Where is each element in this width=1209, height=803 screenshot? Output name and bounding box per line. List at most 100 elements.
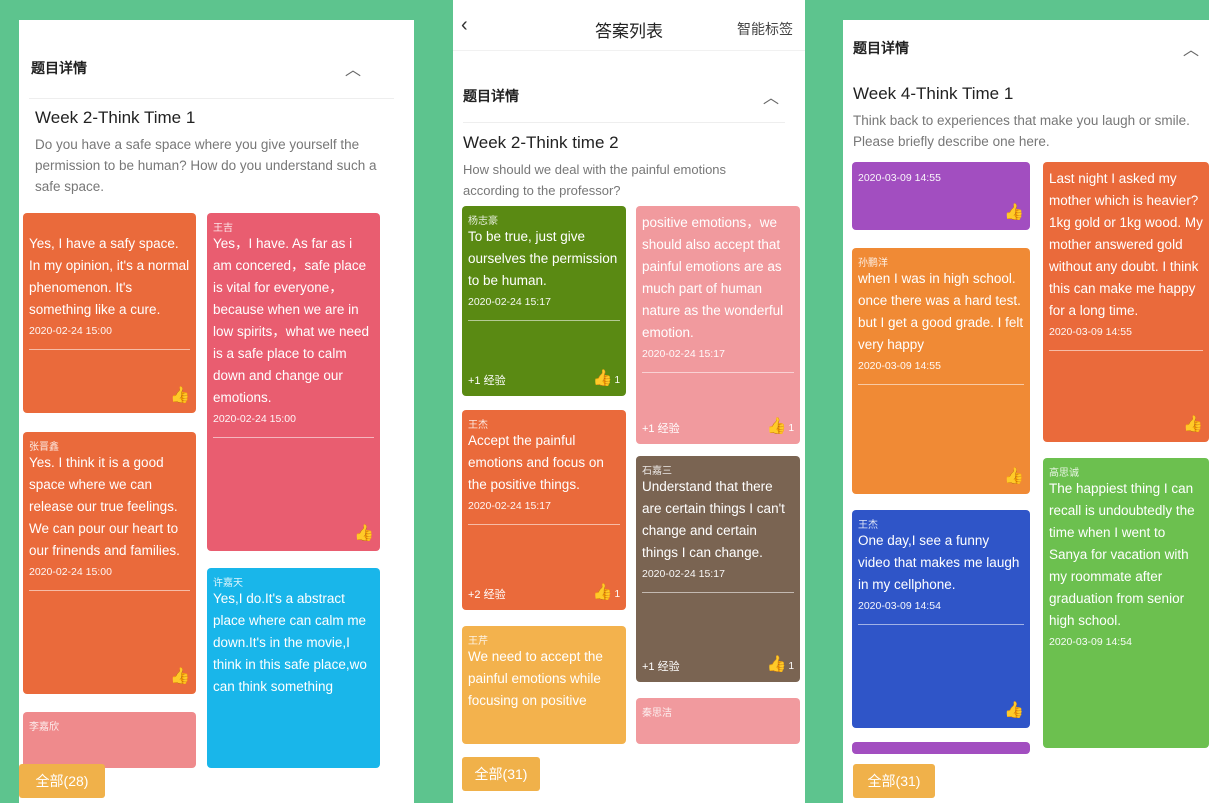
author-name: 高思诚 <box>1049 468 1079 479</box>
answer-date: 2020-03-09 14:55 <box>858 172 941 184</box>
question-header-title: 题目详情 <box>31 60 87 76</box>
experience-points: +1 经验 <box>642 661 680 673</box>
author-name: 王杰 <box>468 420 488 431</box>
chevron-up-icon[interactable]: ︿ <box>763 84 779 108</box>
thumbs-up-icon[interactable]: 👍 1 <box>767 416 794 436</box>
author-name: 石嘉三 <box>642 466 672 477</box>
card-divider <box>213 437 374 438</box>
answer-card[interactable] <box>852 742 1030 754</box>
thumbs-up-icon[interactable]: 👍 <box>1183 414 1203 434</box>
answer-card[interactable]: 张晋鑫 Yes. I think it is a good space wher… <box>23 432 196 694</box>
answer-card[interactable]: 许嘉天 Yes,I do.It's a abstract place where… <box>207 568 380 768</box>
answer-card[interactable]: 孙鹏洋 when I was in high school. once ther… <box>852 248 1030 494</box>
top-nav-bar: ‹ 答案列表 智能标签 <box>453 0 805 51</box>
answer-text: when I was in high school. once there wa… <box>858 271 1024 352</box>
question-header-title: 题目详情 <box>463 88 519 104</box>
all-answers-button[interactable]: 全部(31) <box>853 764 935 798</box>
like-count: 1 <box>788 423 794 434</box>
author-name: 杨志豪 <box>468 216 498 227</box>
thumbs-up-icon[interactable]: 👍 <box>170 385 190 405</box>
card-divider <box>29 590 190 591</box>
card-divider <box>468 320 620 321</box>
card-divider <box>858 624 1024 625</box>
like-count: 1 <box>788 661 794 672</box>
author-name: 王芹 <box>468 636 488 647</box>
thumbs-up-icon[interactable]: 👍 <box>1004 700 1024 720</box>
thumbs-up-icon[interactable]: 👍 <box>354 523 374 543</box>
question-title: Week 4-Think Time 1 <box>853 84 1014 103</box>
question-header[interactable]: 题目详情 ︿ <box>843 20 1209 84</box>
card-divider <box>642 372 794 373</box>
author-name: 许嘉天 <box>213 578 243 589</box>
thumbs-up-icon[interactable]: 👍 <box>1004 466 1024 486</box>
answer-card[interactable]: 杨志豪 To be true, just give ourselves the … <box>462 206 626 396</box>
all-answers-button[interactable]: 全部(31) <box>462 757 540 791</box>
answer-panel-3: 题目详情 ︿ Week 4-Think Time 1 Think back to… <box>843 20 1209 803</box>
answer-text: Understand that there are certain things… <box>642 479 785 560</box>
answer-date: 2020-03-09 14:55 <box>858 360 941 372</box>
card-divider <box>468 524 620 525</box>
author-name: 王吉 <box>213 223 233 234</box>
answer-date: 2020-02-24 15:00 <box>213 413 296 425</box>
answer-text: Last night I asked my mother which is he… <box>1049 171 1203 318</box>
author-name: 李嘉欣 <box>29 722 59 733</box>
thumbs-up-icon[interactable]: 👍 1 <box>593 582 620 602</box>
answer-text: One day,I see a funny video that makes m… <box>858 533 1020 592</box>
answer-card[interactable]: Last night I asked my mother which is he… <box>1043 162 1209 442</box>
all-answers-button[interactable]: 全部(28) <box>19 764 105 798</box>
answer-card[interactable]: 王吉 Yes，I have. As far as i am concered，s… <box>207 213 380 551</box>
thumbs-up-icon[interactable]: 👍 1 <box>593 368 620 388</box>
answer-text: Yes. I think it is a good space where we… <box>29 455 180 558</box>
answer-text: positive emotions，we should also accept … <box>642 215 784 340</box>
thumbs-up-icon[interactable]: 👍 <box>170 666 190 686</box>
answer-date: 2020-02-24 15:00 <box>29 325 112 337</box>
answer-date: 2020-03-09 14:54 <box>1049 636 1132 648</box>
chevron-up-icon[interactable]: ︿ <box>345 56 361 80</box>
answer-date: 2020-02-24 15:17 <box>468 500 551 512</box>
answer-card[interactable]: 王杰 Accept the painful emotions and focus… <box>462 410 626 610</box>
card-divider <box>642 592 794 593</box>
thumbs-up-icon[interactable]: 👍 <box>1004 202 1024 222</box>
smart-tag-button[interactable]: 智能标签 <box>737 19 793 39</box>
answer-card[interactable]: 石嘉三 Understand that there are certain th… <box>636 456 800 682</box>
question-header[interactable]: 题目详情 ︿ <box>19 20 414 100</box>
answer-card[interactable]: positive emotions，we should also accept … <box>636 206 800 444</box>
answer-text: Yes，I have. As far as i am concered，safe… <box>213 236 370 405</box>
divider <box>463 122 785 123</box>
author-name <box>29 219 190 233</box>
answer-card[interactable]: 秦思洁 <box>636 698 800 744</box>
answer-text: Yes, I have a safy space. In my opinion,… <box>29 236 190 317</box>
answer-card[interactable]: 王杰 One day,I see a funny video that make… <box>852 510 1030 728</box>
answer-text: Accept the painful emotions and focus on… <box>468 433 604 492</box>
experience-points: +1 经验 <box>642 423 680 435</box>
question-title: Week 2-Think time 2 <box>463 133 619 152</box>
author-name: 王杰 <box>858 520 878 531</box>
like-count: 1 <box>614 589 620 600</box>
question-description: Do you have a safe space where you give … <box>35 137 377 194</box>
answer-date: 2020-02-24 15:17 <box>642 348 725 360</box>
answer-card[interactable]: Yes, I have a safy space. In my opinion,… <box>23 213 196 413</box>
answer-date: 2020-02-24 15:17 <box>642 568 725 580</box>
author-name: 张晋鑫 <box>29 442 59 453</box>
like-count: 1 <box>614 375 620 386</box>
answer-text: We need to accept the painful emotions w… <box>468 649 603 708</box>
answer-date: 2020-02-24 15:00 <box>29 566 112 578</box>
author-name: 秦思洁 <box>642 708 672 719</box>
divider <box>29 98 394 99</box>
thumbs-up-icon[interactable]: 👍 1 <box>767 654 794 674</box>
chevron-up-icon[interactable]: ︿ <box>1183 36 1199 60</box>
question-description: Think back to experiences that make you … <box>853 113 1190 149</box>
answer-date: 2020-03-09 14:55 <box>1049 326 1132 338</box>
answer-card[interactable]: 高思诚 The happiest thing I can recall is u… <box>1043 458 1209 748</box>
question-header[interactable]: 题目详情 ︿ <box>453 52 805 124</box>
answer-panel-1: 题目详情 ︿ Week 2-Think Time 1 Do you have a… <box>19 20 414 803</box>
answer-date: 2020-03-09 14:54 <box>858 600 941 612</box>
answer-card[interactable]: 李嘉欣 <box>23 712 196 768</box>
answer-card[interactable]: 王芹 We need to accept the painful emotion… <box>462 626 626 744</box>
author-name: 孙鹏洋 <box>858 258 888 269</box>
answer-date: 2020-02-24 15:17 <box>468 296 551 308</box>
card-divider <box>858 384 1024 385</box>
answer-card[interactable]: 2020-03-09 14:55 👍 <box>852 162 1030 230</box>
question-header-title: 题目详情 <box>853 40 909 56</box>
answer-text: Yes,I do.It's a abstract place where can… <box>213 591 367 694</box>
